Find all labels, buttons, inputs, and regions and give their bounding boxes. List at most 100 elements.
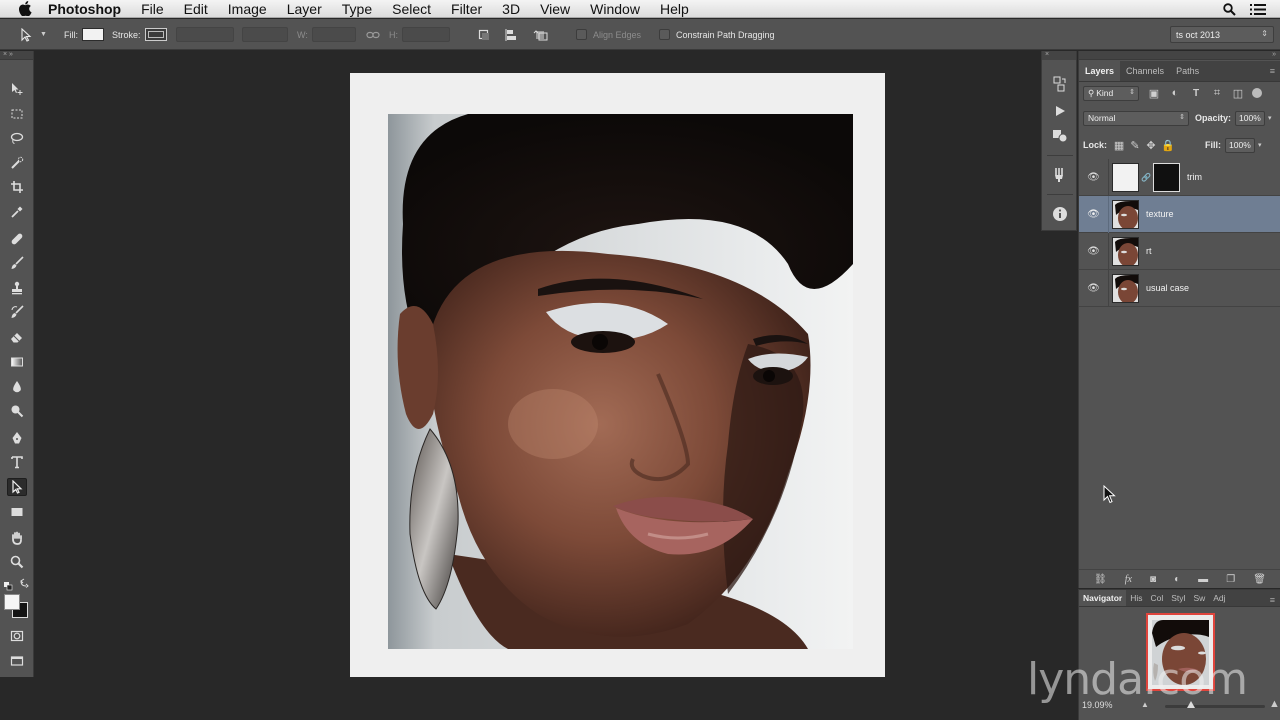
add-mask-icon[interactable]: ◙ xyxy=(1150,574,1156,585)
tool-preset-picker[interactable]: ▼ xyxy=(20,19,47,50)
notification-list-icon[interactable] xyxy=(1250,3,1266,16)
menu-edit[interactable]: Edit xyxy=(174,0,218,18)
layer-row-usual-case[interactable]: 👁 usual case xyxy=(1079,269,1280,307)
gradient-tool[interactable] xyxy=(7,353,27,371)
visibility-toggle[interactable]: 👁 xyxy=(1079,232,1109,270)
layer-row-rt[interactable]: 👁 rt xyxy=(1079,232,1280,270)
new-layer-icon[interactable]: ❐ xyxy=(1226,574,1235,585)
link-icon[interactable] xyxy=(366,30,380,40)
info-panel-button[interactable] xyxy=(1051,205,1069,223)
path-operations-button[interactable] xyxy=(478,19,490,50)
path-alignment-button[interactable] xyxy=(505,19,519,50)
move-tool[interactable] xyxy=(7,80,27,98)
adjustment-filter-icon[interactable]: ◐ xyxy=(1169,87,1181,99)
trash-icon[interactable]: 🗑 xyxy=(1253,574,1266,585)
fill-slider-arrow-icon[interactable]: ▾ xyxy=(1258,141,1262,149)
dodge-tool[interactable] xyxy=(7,402,27,420)
visibility-toggle[interactable]: 👁 xyxy=(1079,195,1109,233)
filter-toggle-icon[interactable] xyxy=(1252,88,1262,98)
layer-thumbnail[interactable] xyxy=(1112,273,1139,303)
layer-name[interactable]: usual case xyxy=(1146,283,1189,293)
layer-name[interactable]: trim xyxy=(1187,172,1202,182)
menu-view[interactable]: View xyxy=(530,0,580,18)
pen-tool[interactable] xyxy=(7,429,27,447)
menu-file[interactable]: File xyxy=(131,0,174,18)
tab-navigator[interactable]: Navigator xyxy=(1079,590,1127,606)
opacity-field[interactable]: 100% xyxy=(1235,110,1266,126)
layer-row-texture[interactable]: 👁 texture xyxy=(1079,195,1280,233)
lock-transparent-icon[interactable]: ▦ xyxy=(1113,139,1125,152)
layers-panel-header[interactable]: » xyxy=(1079,51,1280,60)
menu-app-photoshop[interactable]: Photoshop xyxy=(46,0,131,18)
stroke-type-select[interactable] xyxy=(242,27,288,42)
marquee-tool[interactable] xyxy=(7,105,27,123)
portrait-photo[interactable] xyxy=(388,114,853,649)
healing-brush-tool[interactable] xyxy=(7,230,27,248)
menu-select[interactable]: Select xyxy=(382,0,441,18)
workspace-select[interactable]: ts oct 2013 ⇕ xyxy=(1170,26,1274,43)
layer-thumbnail[interactable] xyxy=(1112,162,1139,192)
new-group-folder-icon[interactable]: ▬ xyxy=(1198,574,1208,585)
layer-thumbnail[interactable] xyxy=(1112,236,1139,266)
brush-tool[interactable] xyxy=(7,254,27,272)
menu-window[interactable]: Window xyxy=(580,0,650,18)
spotlight-search-icon[interactable] xyxy=(1223,2,1236,16)
width-field[interactable] xyxy=(311,27,356,42)
actions-panel-button[interactable] xyxy=(1051,102,1069,120)
fx-icon[interactable]: fx xyxy=(1125,574,1132,585)
menu-image[interactable]: Image xyxy=(218,0,277,18)
lock-all-icon[interactable]: 🔒 xyxy=(1161,139,1175,152)
filter-kind-select[interactable]: ⚲ Kind ⇕ xyxy=(1083,85,1139,101)
fill-swatch[interactable] xyxy=(82,28,104,41)
align-edges-checkbox[interactable] xyxy=(576,29,587,40)
hand-tool[interactable] xyxy=(7,529,27,547)
tab-swatches[interactable]: Sw xyxy=(1189,590,1209,606)
stroke-width-field[interactable] xyxy=(176,27,234,42)
tab-color[interactable]: Col xyxy=(1147,590,1168,606)
smart-object-filter-icon[interactable]: ◫ xyxy=(1232,87,1244,100)
menu-3d[interactable]: 3D xyxy=(492,0,530,18)
path-selection-tool[interactable] xyxy=(7,478,27,496)
tab-paths[interactable]: Paths xyxy=(1170,61,1205,81)
clone-stamp-tool[interactable] xyxy=(7,279,27,297)
lock-image-brush-icon[interactable]: ✎ xyxy=(1129,139,1141,152)
type-filter-icon[interactable]: T xyxy=(1190,88,1202,99)
eraser-tool[interactable] xyxy=(7,328,27,346)
visibility-toggle[interactable]: 👁 xyxy=(1079,269,1109,307)
type-tool[interactable] xyxy=(7,453,27,471)
panel-menu-icon[interactable]: ≡ xyxy=(1270,66,1275,76)
zoom-in-icon[interactable]: ▲ xyxy=(1269,698,1280,710)
fill-field[interactable]: 100% xyxy=(1225,137,1256,153)
link-layers-icon[interactable]: ⛓ xyxy=(1094,574,1107,585)
layer-row-trim[interactable]: 👁 🔗 trim xyxy=(1079,158,1280,196)
tools-panel-header[interactable]: × » xyxy=(0,51,33,60)
menu-filter[interactable]: Filter xyxy=(441,0,492,18)
pixel-filter-icon[interactable]: ▣ xyxy=(1148,87,1160,100)
layer-name[interactable]: rt xyxy=(1146,246,1152,256)
apple-icon[interactable] xyxy=(18,1,32,16)
rectangle-shape-tool[interactable] xyxy=(7,503,27,521)
quick-selection-tool[interactable] xyxy=(7,154,27,172)
path-arrangement-button[interactable] xyxy=(533,19,551,50)
visibility-toggle[interactable]: 👁 xyxy=(1079,158,1109,196)
canvas-area[interactable] xyxy=(35,51,1041,720)
default-colors-button[interactable] xyxy=(3,578,31,591)
blur-tool[interactable] xyxy=(7,378,27,396)
blend-mode-select[interactable]: Normal ⇕ xyxy=(1083,110,1189,126)
properties-panel-button[interactable] xyxy=(1051,127,1069,145)
tab-history[interactable]: His xyxy=(1126,590,1146,606)
menu-type[interactable]: Type xyxy=(332,0,382,18)
crop-tool[interactable] xyxy=(7,178,27,196)
layer-name[interactable]: texture xyxy=(1146,209,1174,219)
constrain-path-checkbox[interactable] xyxy=(659,29,670,40)
eyedropper-tool[interactable] xyxy=(7,203,27,221)
lasso-tool[interactable] xyxy=(7,129,27,147)
dock-header[interactable]: × xyxy=(1042,51,1076,60)
height-field[interactable] xyxy=(402,27,450,42)
tab-styles[interactable]: Styl xyxy=(1167,590,1189,606)
adjustment-layer-icon[interactable]: ◐ xyxy=(1174,574,1180,585)
tab-adjustments[interactable]: Adj xyxy=(1209,590,1229,606)
shape-filter-icon[interactable]: ⌗ xyxy=(1211,87,1223,100)
document-canvas[interactable] xyxy=(350,73,885,677)
screen-mode-button[interactable] xyxy=(7,652,27,670)
